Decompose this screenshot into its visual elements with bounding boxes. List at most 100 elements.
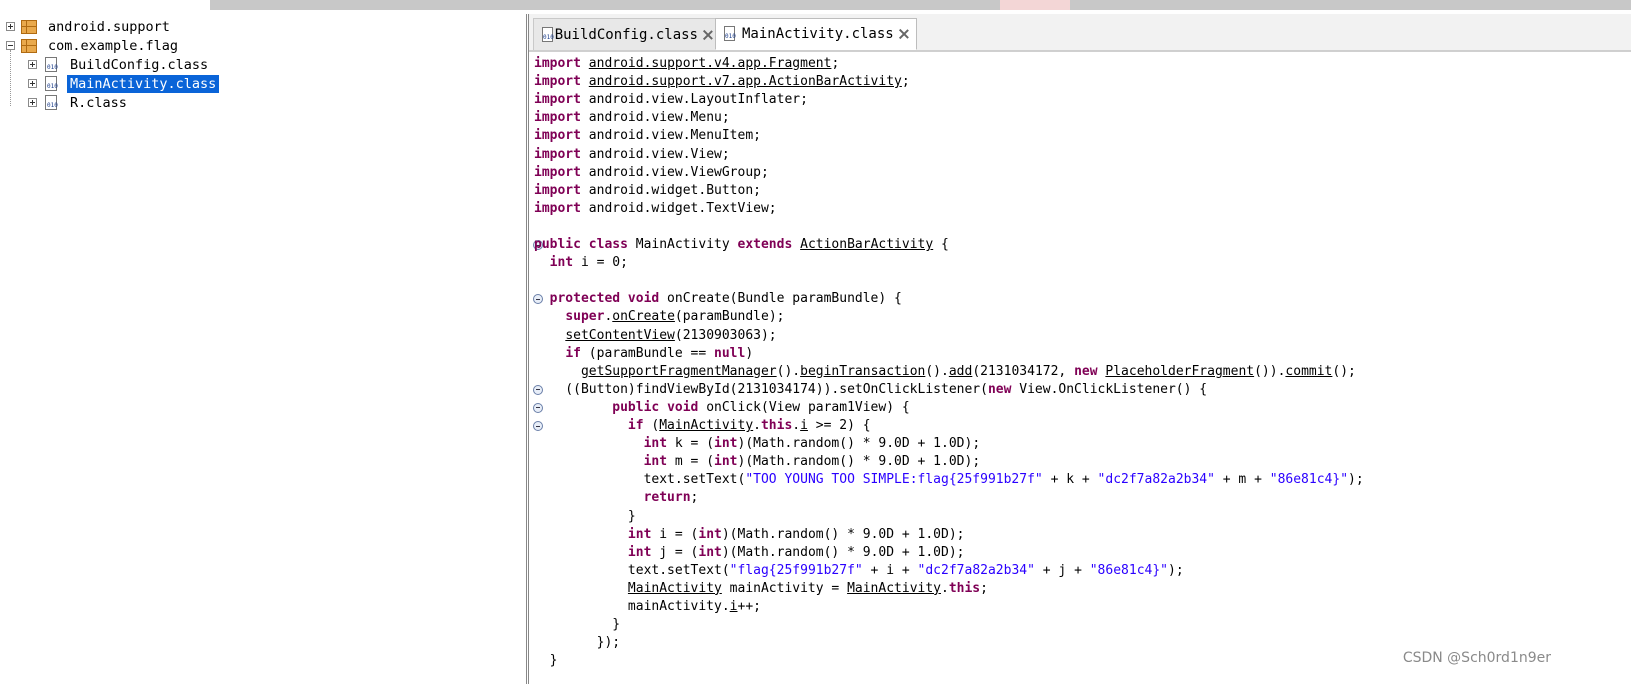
code-token: (); — [1332, 363, 1356, 379]
expand-icon[interactable] — [28, 60, 37, 69]
tree-item-android-support[interactable]: android.support — [6, 17, 173, 36]
code-token: ActionBarActivity — [800, 237, 934, 252]
code-token: } — [534, 617, 621, 633]
code-line: import android.view.LayoutInflater; — [534, 91, 808, 109]
collapse-icon[interactable] — [6, 41, 15, 50]
expand-icon[interactable] — [28, 98, 37, 107]
code-token: int — [698, 526, 722, 542]
code-token: text.setText( — [534, 472, 746, 488]
class-file-icon: 010 — [43, 56, 61, 73]
code-token: "86e81c4}" — [1089, 562, 1169, 578]
code-line: int i = 0; — [534, 254, 628, 272]
code-token: } — [534, 508, 636, 524]
code-token: )(Math.random() * 9.0D + 1.0D); — [721, 526, 965, 542]
code-token: int — [714, 454, 738, 470]
code-token: + m + — [1214, 472, 1270, 488]
code-token: + i + — [862, 562, 918, 578]
package-icon — [21, 38, 37, 53]
code-token: ; — [831, 56, 840, 71]
code-token: "flag{25f991b27f" — [729, 562, 863, 578]
code-token: (paramBundle == — [580, 345, 715, 361]
code-line: int k = (int)(Math.random() * 9.0D + 1.0… — [534, 435, 981, 453]
code-line: int m = (int)(Math.random() * 9.0D + 1.0… — [534, 453, 981, 471]
tab-label: MainActivity.class — [742, 26, 894, 42]
code-token: import — [534, 110, 581, 126]
code-token: ((Button)findViewById(2131034174)).setOn… — [534, 381, 988, 397]
code-token: MainActivity — [627, 580, 722, 596]
expand-icon[interactable] — [6, 22, 15, 31]
close-icon[interactable] — [898, 28, 910, 40]
code-token: j = ( — [651, 544, 699, 560]
code-token: MainActivity — [627, 237, 738, 252]
code-token: i = ( — [651, 526, 699, 542]
code-token: (). — [925, 363, 949, 379]
code-token: import — [534, 164, 581, 180]
code-token: PlaceholderFragment — [1105, 363, 1255, 379]
code-line: super.onCreate(paramBundle); — [534, 308, 784, 326]
code-token: int — [643, 454, 668, 470]
code-line: ((Button)findViewById(2131034174)).setOn… — [534, 381, 1207, 399]
tab-mainactivity[interactable]: 010 MainActivity.class — [715, 18, 917, 50]
expand-icon[interactable] — [28, 79, 37, 88]
code-line: import android.view.View; — [534, 146, 730, 164]
tree-item-label: MainActivity.class — [67, 74, 220, 93]
code-token: int — [714, 436, 738, 452]
code-line: text.setText("flag{25f991b27f" + i + "dc… — [534, 562, 1184, 580]
code-token: this — [948, 580, 981, 596]
tab-buildconfig[interactable]: 010 BuildConfig.class — [533, 18, 717, 50]
tab-label: BuildConfig.class — [554, 26, 698, 43]
code-token: protected void — [549, 291, 660, 307]
code-token: (). — [776, 363, 801, 379]
code-token: )(Math.random() * 9.0D + 1.0D); — [721, 544, 965, 560]
code-line: import android.support.v4.app.Fragment; — [534, 55, 839, 73]
code-line: MainActivity mainActivity = MainActivity… — [534, 580, 988, 598]
tree-item-label: R.class — [70, 94, 127, 111]
code-token: "dc2f7a82a2b34" — [1097, 472, 1215, 488]
top-red-mark — [1000, 0, 1070, 10]
code-area[interactable]: import android.support.v4.app.Fragment; i… — [529, 51, 1631, 685]
code-token: . — [753, 418, 761, 433]
code-token: ; — [901, 74, 910, 90]
code-token: text.setText( — [534, 562, 730, 578]
tree-item-buildconfig[interactable]: 010 BuildConfig.class — [28, 55, 211, 74]
tree-item-label: BuildConfig.class — [70, 56, 209, 73]
tree-item-com-example-flag[interactable]: com.example.flag — [6, 36, 181, 55]
class-file-icon: 010 — [540, 26, 554, 43]
code-line: } — [534, 652, 558, 670]
code-line: if (MainActivity.this.i >= 2) { — [534, 417, 871, 435]
code-line: import android.support.v7.app.ActionBarA… — [534, 73, 910, 91]
code-token: import — [534, 182, 581, 198]
code-token: int — [627, 544, 652, 560]
close-icon[interactable] — [702, 29, 710, 41]
code-token: onClick(View param1View) { — [698, 399, 910, 415]
code-token: (2131034172, — [972, 363, 1075, 379]
tree-item-r-class[interactable]: 010 R.class — [28, 93, 130, 112]
code-token: "dc2f7a82a2b34" — [917, 562, 1035, 578]
code-token: super — [565, 309, 605, 325]
tree-item-mainactivity[interactable]: 010 MainActivity.class — [28, 74, 220, 93]
package-explorer-tree[interactable]: android.support com.example.flag 010 Bui… — [0, 14, 527, 684]
code-token: import — [534, 128, 581, 144]
code-token: onCreate(Bundle paramBundle) { — [659, 291, 902, 307]
code-token: int — [549, 255, 574, 271]
code-line: getSupportFragmentManager().beginTransac… — [534, 363, 1356, 381]
code-token: extends — [737, 237, 793, 252]
code-token: "TOO YOUNG TOO SIMPLE:flag{25f991b27f" — [745, 472, 1043, 488]
code-line: return; — [534, 489, 699, 507]
code-token: ; — [980, 580, 988, 596]
code-token: m = ( — [667, 454, 715, 470]
code-token: MainActivity — [847, 580, 941, 596]
code-line: import android.view.ViewGroup; — [534, 164, 769, 182]
code-token: if — [565, 345, 581, 361]
package-icon — [21, 19, 37, 34]
code-token: this — [760, 418, 793, 433]
code-token: android.support.v4.app.Fragment — [588, 56, 832, 71]
code-token: + k + — [1042, 472, 1098, 488]
